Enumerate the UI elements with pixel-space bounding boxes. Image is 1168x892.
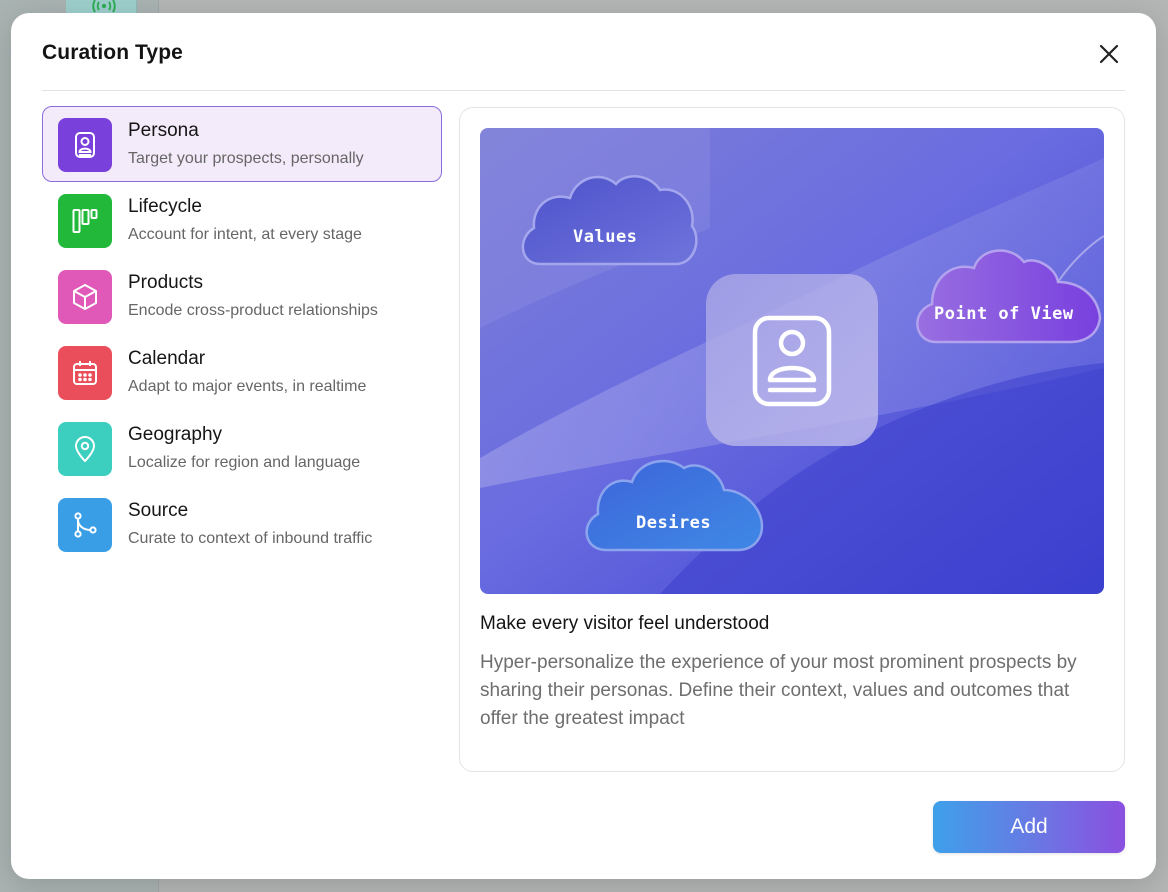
preview-hero-image: Values Point of View Desires: [480, 128, 1104, 594]
curation-type-products[interactable]: Products Encode cross-product relationsh…: [42, 258, 442, 334]
curation-type-description: Account for intent, at every stage: [128, 226, 362, 243]
curation-type-description: Encode cross-product relationships: [128, 302, 378, 319]
modal-title: Curation Type: [42, 41, 183, 64]
curation-type-description: Adapt to major events, in realtime: [128, 378, 367, 395]
lifecycle-icon: [58, 194, 112, 248]
curation-type-label: Calendar: [128, 348, 206, 369]
curation-type-list: Persona Target your prospects, personall…: [42, 106, 442, 562]
curation-type-description: Target your prospects, personally: [128, 150, 364, 167]
curation-type-description: Curate to context of inbound traffic: [128, 530, 373, 547]
cloud-label-values: Values: [573, 227, 638, 247]
cube-icon: [58, 270, 112, 324]
cloud-label-point-of-view: Point of View: [934, 304, 1074, 324]
curation-type-modal: Curation Type Persona Target your prospe…: [11, 13, 1156, 879]
branch-icon: [58, 498, 112, 552]
calendar-icon: [58, 346, 112, 400]
persona-icon: [58, 118, 112, 172]
curation-type-description: Localize for region and language: [128, 454, 361, 471]
location-pin-icon: [58, 422, 112, 476]
curation-type-geography[interactable]: Geography Localize for region and langua…: [42, 410, 442, 486]
curation-type-calendar[interactable]: Calendar Adapt to major events, in realt…: [42, 334, 442, 410]
curation-type-lifecycle[interactable]: Lifecycle Account for intent, at every s…: [42, 182, 442, 258]
header-divider: [42, 90, 1125, 91]
curation-type-persona[interactable]: Persona Target your prospects, personall…: [42, 106, 442, 182]
preview-heading: Make every visitor feel understood: [480, 613, 770, 634]
curation-type-label: Geography: [128, 424, 223, 445]
add-button[interactable]: Add: [933, 801, 1125, 853]
preview-card: Values Point of View Desires Make every …: [459, 107, 1125, 772]
preview-description: Hyper-personalize the experience of your…: [480, 652, 1077, 729]
curation-type-source[interactable]: Source Curate to context of inbound traf…: [42, 486, 442, 562]
curation-type-label: Lifecycle: [128, 196, 202, 217]
curation-type-label: Persona: [128, 120, 199, 141]
cloud-label-desires: Desires: [636, 513, 712, 533]
close-icon: [1099, 44, 1119, 64]
signal-icon: [92, 0, 116, 13]
close-button[interactable]: [1097, 42, 1121, 66]
curation-type-label: Source: [128, 500, 189, 521]
curation-type-label: Products: [128, 272, 203, 293]
